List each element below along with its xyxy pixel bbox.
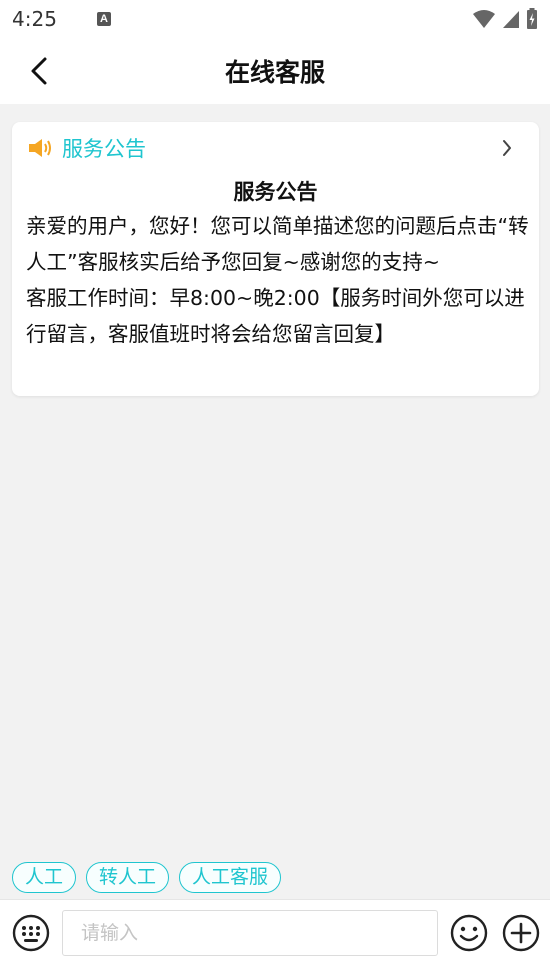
back-button[interactable] [22,54,56,88]
chevron-right-icon [503,140,511,156]
status-bar: 4:25 A [0,0,550,38]
wifi-icon [473,10,495,28]
announcement-paragraph: 客服工作时间：早8:00~晚2:00【服务时间外您可以进行留言，客服值班时将会给… [26,286,525,346]
message-input[interactable] [62,910,438,956]
announcement-header[interactable]: 服务公告 [12,122,539,174]
status-time: 4:25 [12,7,57,31]
quick-reply-chip[interactable]: 人工客服 [179,862,282,893]
notification-icon: A [96,12,111,26]
page-title: 在线客服 [224,58,325,87]
announcement-card: 服务公告 服务公告 亲爱的用户，您好！您可以简单描述您的问题后点击“转人工”客服… [12,122,539,396]
input-bar [0,899,550,979]
emoji-icon[interactable] [450,914,488,952]
chevron-left-icon [31,57,47,85]
header: 在线客服 [0,38,550,104]
announcement-paragraph: 亲爱的用户，您好！您可以简单描述您的问题后点击“转人工”客服核实后给予您回复~感… [26,214,529,274]
signal-icon [503,11,519,28]
quick-reply-chip[interactable]: 人工 [12,862,77,893]
announcement-label: 服务公告 [62,137,146,161]
quick-reply-chip[interactable]: 转人工 [86,862,170,893]
keyboard-icon[interactable] [12,914,50,952]
announcement-title: 服务公告 [233,180,318,204]
battery-icon [527,8,537,29]
status-icons [472,8,538,30]
quick-replies: 人工 转人工 人工客服 [12,862,282,893]
speaker-icon [29,139,51,157]
plus-icon[interactable] [502,914,540,952]
announcement-body: 亲爱的用户，您好！您可以简单描述您的问题后点击“转人工”客服核实后给予您回复~感… [26,208,531,352]
